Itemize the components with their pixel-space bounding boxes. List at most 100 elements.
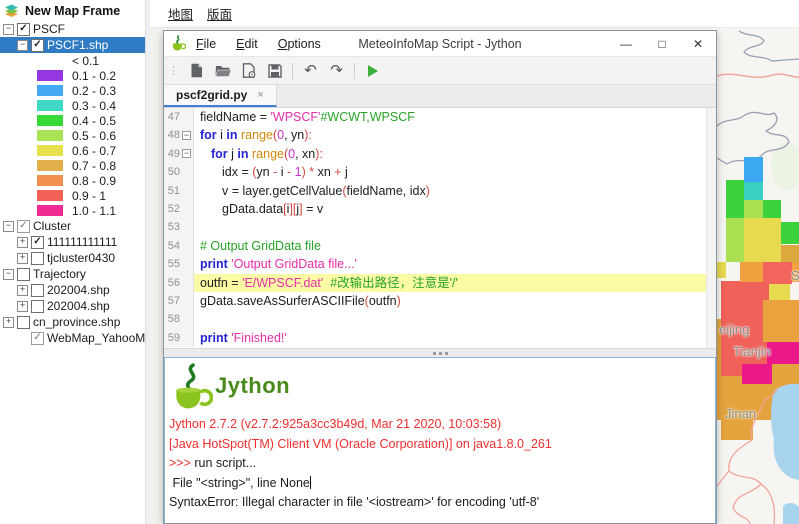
expand-icon[interactable]: + bbox=[3, 317, 14, 328]
layer-item[interactable]: +202004.shp bbox=[0, 282, 145, 298]
code-text: fieldName = 'WPSCF'#WCWT,WPSCF bbox=[194, 108, 716, 126]
menu-file[interactable]: File bbox=[186, 37, 226, 51]
map-frame-icon bbox=[3, 4, 20, 18]
menu-map[interactable]: 地图 bbox=[168, 4, 193, 23]
line-number: 54 bbox=[168, 237, 180, 255]
layer-checkbox[interactable] bbox=[31, 252, 44, 265]
code-line[interactable]: 47fieldName = 'WPSCF'#WCWT,WPSCF bbox=[164, 108, 716, 126]
map-city-label: Jinan bbox=[725, 406, 756, 421]
collapse-icon[interactable]: − bbox=[3, 269, 14, 280]
line-number: 59 bbox=[168, 329, 180, 347]
expand-icon[interactable]: + bbox=[17, 237, 28, 248]
code-line[interactable]: 56outfn = 'E/WPSCF.dat' #改输出路径，注意是'/' bbox=[164, 274, 716, 292]
legend-item[interactable]: 0.3 - 0.4 bbox=[0, 98, 145, 113]
collapse-icon[interactable]: − bbox=[17, 40, 28, 51]
code-line[interactable]: 48−for i in range(0, yn): bbox=[164, 126, 716, 144]
maximize-button[interactable]: □ bbox=[644, 31, 680, 56]
layer-checkbox[interactable] bbox=[31, 284, 44, 297]
collapse-icon[interactable]: − bbox=[3, 24, 14, 35]
run-script-button[interactable] bbox=[360, 60, 385, 82]
map-view[interactable]: SeijingTianjinJinan bbox=[717, 28, 799, 524]
layer-checkbox[interactable]: ✓ bbox=[17, 220, 30, 233]
open-script-button[interactable] bbox=[210, 60, 235, 82]
legend-item[interactable]: 0.4 - 0.5 bbox=[0, 113, 145, 128]
console-text: Jython 2.7.2 (v2.7.2:925a3cc3b49d, Mar 2… bbox=[169, 417, 501, 431]
minimize-button[interactable]: — bbox=[608, 31, 644, 56]
code-token: j bbox=[342, 165, 348, 179]
legend-item[interactable]: 1.0 - 1.1 bbox=[0, 203, 145, 218]
code-line[interactable]: 51v = layer.getCellValue(fieldName, idx) bbox=[164, 182, 716, 200]
legend-item[interactable]: 0.7 - 0.8 bbox=[0, 158, 145, 173]
layer-item[interactable]: +202004.shp bbox=[0, 298, 145, 314]
layer-item[interactable]: +tjcluster0430 bbox=[0, 250, 145, 266]
legend-swatch bbox=[37, 175, 63, 186]
expand-icon[interactable]: + bbox=[17, 285, 28, 296]
titlebar[interactable]: File Edit Options MeteoInfoMap Script - … bbox=[164, 31, 716, 56]
code-line[interactable]: 59print 'Finished!' bbox=[164, 329, 716, 347]
jython-console[interactable]: Jython Jython 2.7.2 (v2.7.2:925a3cc3b49d… bbox=[164, 357, 716, 523]
fold-icon[interactable]: − bbox=[182, 149, 191, 158]
code-line[interactable]: 49−for j in range(0, xn): bbox=[164, 145, 716, 163]
layer-item[interactable]: −✓PSCF1.shp bbox=[0, 37, 145, 53]
code-text: # Output GridData file bbox=[194, 237, 716, 255]
layer-checkbox[interactable]: ✓ bbox=[17, 23, 30, 36]
legend-item[interactable]: 0.5 - 0.6 bbox=[0, 128, 145, 143]
menu-options[interactable]: Options bbox=[268, 37, 331, 51]
legend-item[interactable]: 0.1 - 0.2 bbox=[0, 68, 145, 83]
new-file-button[interactable] bbox=[184, 60, 209, 82]
redo-button[interactable]: ↷ bbox=[324, 60, 349, 82]
legend-item[interactable]: 0.6 - 0.7 bbox=[0, 143, 145, 158]
expand-icon[interactable]: + bbox=[17, 301, 28, 312]
code-line[interactable]: 54 # Output GridData file bbox=[164, 237, 716, 255]
editor-scrollbar[interactable] bbox=[706, 108, 716, 348]
close-button[interactable]: ✕ bbox=[680, 31, 716, 56]
legend-item[interactable]: 0.2 - 0.3 bbox=[0, 83, 145, 98]
code-line[interactable]: 55print 'Output GridData file...' bbox=[164, 255, 716, 273]
code-line[interactable]: 53 bbox=[164, 218, 716, 236]
layer-checkbox[interactable]: ✓ bbox=[31, 236, 44, 249]
layer-checkbox[interactable] bbox=[17, 316, 30, 329]
collapse-icon[interactable]: − bbox=[3, 221, 14, 232]
undo-button[interactable]: ↶ bbox=[298, 60, 323, 82]
code-editor[interactable]: 47fieldName = 'WPSCF'#WCWT,WPSCF48−for i… bbox=[164, 108, 716, 348]
code-line[interactable]: 58 bbox=[164, 310, 716, 328]
menu-layout[interactable]: 版面 bbox=[207, 4, 232, 23]
legend-item[interactable]: < 0.1 bbox=[0, 53, 145, 68]
console-output: Jython 2.7.2 (v2.7.2:925a3cc3b49d, Mar 2… bbox=[169, 415, 711, 513]
toc-tree: −✓PSCF−✓PSCF1.shp< 0.10.1 - 0.20.2 - 0.3… bbox=[0, 21, 145, 346]
line-number: 50 bbox=[168, 163, 180, 181]
menu-edit[interactable]: Edit bbox=[226, 37, 268, 51]
code-text: print 'Output GridData file...' bbox=[194, 255, 716, 273]
layer-item[interactable]: +✓111111111111 bbox=[0, 234, 145, 250]
map-frame-header[interactable]: New Map Frame bbox=[0, 0, 145, 21]
legend-item[interactable]: 0.9 - 1 bbox=[0, 188, 145, 203]
legend-swatch bbox=[37, 100, 63, 111]
layer-checkbox[interactable]: ✓ bbox=[31, 39, 44, 52]
save-button[interactable] bbox=[262, 60, 287, 82]
code-line[interactable]: 50idx = (yn - i - 1) * xn + j bbox=[164, 163, 716, 181]
layer-checkbox[interactable] bbox=[17, 268, 30, 281]
layer-item[interactable]: ✓WebMap_YahooMap bbox=[0, 330, 145, 346]
save-as-icon bbox=[242, 63, 256, 78]
code-token: # Output GridData file bbox=[200, 239, 321, 253]
save-as-button[interactable] bbox=[236, 60, 261, 82]
legend-swatch bbox=[37, 85, 63, 96]
layer-item[interactable]: +cn_province.shp bbox=[0, 314, 145, 330]
layer-checkbox[interactable]: ✓ bbox=[31, 332, 44, 345]
editor-console-splitter[interactable] bbox=[164, 348, 716, 357]
layer-checkbox[interactable] bbox=[31, 300, 44, 313]
editor-gutter: 56 bbox=[164, 274, 194, 292]
fold-icon[interactable]: − bbox=[182, 131, 191, 140]
expand-icon[interactable]: + bbox=[17, 253, 28, 264]
legend-item[interactable]: 0.8 - 0.9 bbox=[0, 173, 145, 188]
code-text: v = layer.getCellValue(fieldName, idx) bbox=[194, 182, 716, 200]
layer-item[interactable]: −✓Cluster bbox=[0, 218, 145, 234]
layer-item[interactable]: −Trajectory bbox=[0, 266, 145, 282]
tab-close-icon[interactable]: × bbox=[257, 89, 263, 101]
window-title: MeteoInfoMap Script - Jython bbox=[358, 37, 521, 51]
layer-item[interactable]: −✓PSCF bbox=[0, 21, 145, 37]
jython-cup-icon bbox=[171, 363, 213, 409]
code-line[interactable]: 52gData.data[i][j] = v bbox=[164, 200, 716, 218]
tab-pscf2grid[interactable]: pscf2grid.py × bbox=[164, 85, 277, 107]
code-line[interactable]: 57gData.saveAsSurferASCIIFile(outfn) bbox=[164, 292, 716, 310]
